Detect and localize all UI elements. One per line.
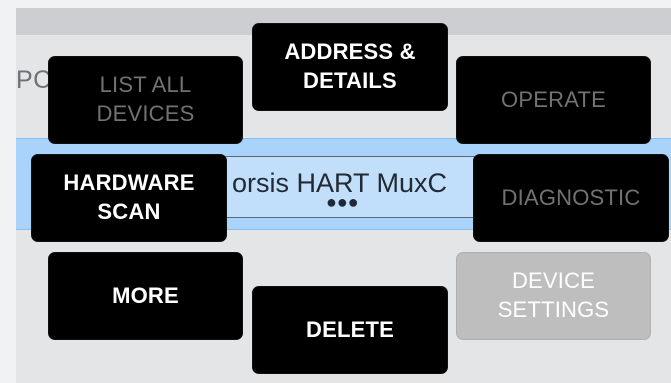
diagnostic-button[interactable]: DIAGNOSTIC [473,154,669,242]
more-button[interactable]: MORE [48,252,243,340]
hardware-scan-button[interactable]: HARDWARE SCAN [31,154,227,242]
operate-button[interactable]: OPERATE [456,56,651,144]
device-context-menu-screen: PC orsis HART MuxC ●●● ADDRESS & DETAILS… [0,0,671,383]
address-details-button[interactable]: ADDRESS & DETAILS [252,23,448,111]
delete-button[interactable]: DELETE [252,286,448,374]
device-settings-button[interactable]: DEVICE SETTINGS [456,252,651,340]
partial-background-label: PC [16,66,52,94]
left-window-edge [0,0,16,383]
more-options-icon[interactable]: ●●● [326,193,359,211]
list-all-devices-button[interactable]: LIST ALL DEVICES [48,56,243,144]
